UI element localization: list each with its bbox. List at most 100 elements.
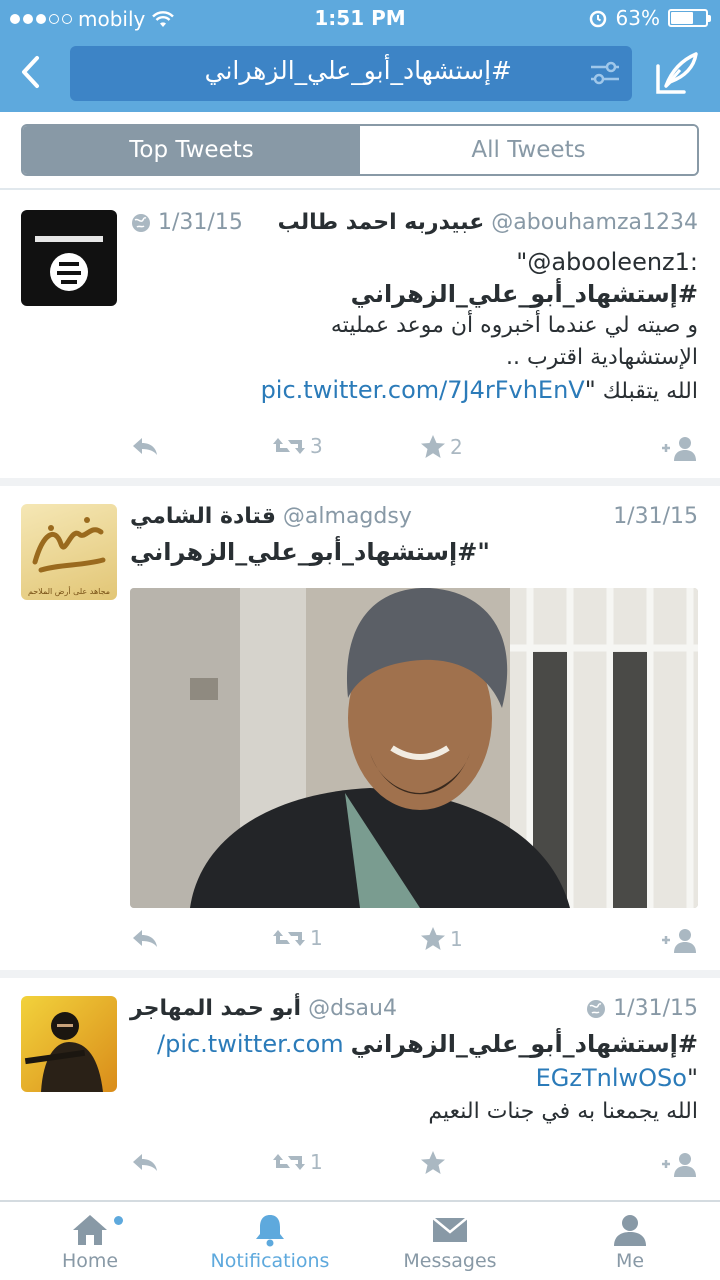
pic-link[interactable]: pic.twitter.com/7J4rFvhEnV — [261, 376, 585, 404]
date-text: 1/31/15 — [613, 996, 698, 1021]
favorite-button[interactable]: 2 — [420, 434, 463, 460]
reply-button[interactable] — [130, 926, 160, 950]
reply-icon — [133, 1154, 157, 1171]
notification-dot — [114, 1216, 123, 1225]
date-text: 1/31/15 — [158, 210, 243, 235]
mention-line: "@abooleenz1: — [516, 248, 698, 276]
star-icon — [421, 435, 445, 458]
home-icon — [73, 1215, 107, 1245]
author-handle: @dsau4 — [308, 996, 397, 1021]
tweet-row[interactable]: 1/31/15 أبو حمد المهاجر @dsau4 #إستشهاد_… — [0, 978, 720, 1202]
tweet-row[interactable]: مجاهد على أرض الملاحم قتادة الشامي @alma… — [0, 486, 720, 978]
follow-button[interactable] — [660, 1150, 698, 1178]
bell-icon — [256, 1215, 284, 1247]
status-right: 63% — [588, 6, 711, 30]
back-button[interactable] — [10, 50, 50, 94]
tab-label: Messages — [403, 1250, 497, 1272]
follow-user-icon — [662, 437, 696, 461]
tab-label: Home — [61, 1250, 119, 1272]
hashtag-link: "#إستشهاد_أبو_علي_الزهراني — [130, 538, 490, 566]
tweet-actions: 1 — [130, 1150, 698, 1180]
pic-link[interactable]: pic.twitter.com/ — [157, 1030, 344, 1058]
tweet-author[interactable]: عبيدربه احمد طالب @abouhamza1234 — [278, 210, 698, 235]
tab-home[interactable]: Home — [0, 1202, 180, 1280]
retweet-button[interactable]: 1 — [272, 1150, 323, 1174]
search-field[interactable]: #إستشهاد_أبو_علي_الزهراني — [70, 46, 632, 101]
author-name: قتادة الشامي — [130, 504, 276, 529]
retweet-icon — [273, 930, 305, 946]
follow-button[interactable] — [660, 926, 698, 954]
battery-icon — [668, 9, 711, 27]
author-name: أبو حمد المهاجر — [130, 996, 302, 1021]
tweet-row[interactable]: 1/31/15 عبيدربه احمد طالب @abouhamza1234… — [0, 190, 720, 486]
retweet-count: 1 — [310, 1150, 323, 1174]
favorite-button[interactable] — [420, 1150, 450, 1176]
follow-button[interactable] — [660, 434, 698, 462]
tweet-text-line: #إستشهاد_أبو_علي_الزهراني pic.twitter.co… — [130, 1028, 698, 1062]
bottom-tab-bar: Home Notifications Messages Me — [0, 1200, 720, 1280]
avatar-caption: مجاهد على أرض الملاحم — [27, 587, 111, 596]
young-man-in-beanie-photo[interactable] — [130, 588, 698, 908]
author-handle: @abouhamza1234 — [491, 210, 698, 235]
tweet-text-line: الله يجمعنا به في جنات النعيم — [428, 1099, 698, 1124]
favorite-count: 1 — [450, 927, 463, 951]
reply-button[interactable] — [130, 1150, 160, 1174]
calligraphy-avatar[interactable]: مجاهد على أرض الملاحم — [21, 504, 117, 600]
follow-user-icon — [662, 929, 696, 953]
tab-messages[interactable]: Messages — [360, 1202, 540, 1280]
tab-top-tweets[interactable]: Top Tweets — [23, 126, 360, 174]
pic-link-end[interactable]: EGzTnlwOSo — [536, 1064, 687, 1092]
tweet-actions: 3 2 — [130, 434, 698, 464]
tweet-date: 1/31/15 — [130, 210, 243, 235]
tweet-body: "#إستشهاد_أبو_علي_الزهراني — [130, 536, 698, 568]
tab-label: Me — [615, 1250, 645, 1272]
tweet-photo-image — [130, 588, 698, 908]
tweet-author[interactable]: قتادة الشامي @almagdsy — [130, 504, 412, 529]
reply-icon — [133, 438, 157, 455]
masked-gunman-avatar[interactable] — [21, 996, 117, 1092]
tweet-body: "@abooleenz1: #إستشهاد_أبو_علي_الزهراني … — [130, 246, 698, 408]
retweet-icon — [273, 438, 305, 454]
globe-icon — [132, 213, 150, 232]
globe-icon — [587, 999, 606, 1018]
author-name: عبيدربه احمد طالب — [277, 210, 485, 235]
black-flag-avatar[interactable] — [21, 210, 117, 306]
filter-sliders-icon[interactable] — [588, 58, 622, 88]
tab-notifications[interactable]: Notifications — [180, 1202, 360, 1280]
follow-user-icon — [662, 1153, 696, 1177]
retweet-count: 1 — [310, 926, 323, 950]
favorite-button[interactable]: 1 — [420, 926, 463, 952]
compose-tweet-icon[interactable] — [654, 50, 700, 96]
reply-button[interactable] — [130, 434, 160, 458]
tab-me[interactable]: Me — [540, 1202, 720, 1280]
battery-percent: 63% — [615, 6, 660, 30]
retweet-button[interactable]: 1 — [272, 926, 323, 950]
tweet-author[interactable]: أبو حمد المهاجر @dsau4 — [130, 996, 397, 1021]
envelope-icon — [432, 1217, 468, 1242]
retweet-button[interactable]: 3 — [272, 434, 323, 458]
reply-icon — [133, 930, 157, 947]
tweet-text-fragment: الله يتقبلك — [595, 379, 698, 404]
tweet-body: #إستشهاد_أبو_علي_الزهراني pic.twitter.co… — [130, 1028, 698, 1128]
retweet-count: 3 — [310, 434, 323, 458]
tweet-text-line: EGzTnlwOSo" — [130, 1062, 698, 1096]
quote-mark: " — [584, 376, 596, 404]
gunman-silhouette-icon — [24, 1012, 103, 1092]
calligraphy-logo-icon — [32, 517, 106, 573]
hashtag-link: #إستشهاد_أبو_علي_الزهراني — [350, 280, 698, 308]
chevron-left-icon — [22, 56, 39, 88]
tweet-actions: 1 1 — [130, 926, 698, 956]
tweet-text-line: و صيته لي عندما أخبروه أن موعد عمليته — [330, 313, 698, 338]
navigation-header: mobily 1:51 PM 63% #إستشهاد_أبو_علي_الزه… — [0, 0, 720, 112]
star-icon — [421, 927, 445, 950]
tweet-text-line: الله يتقبلك pic.twitter.com/7J4rFvhEnV" — [130, 374, 698, 408]
tweet-header: 1/31/15 عبيدربه احمد طالب @abouhamza1234 — [130, 210, 698, 242]
search-query: #إستشهاد_أبو_علي_الزهراني — [204, 56, 512, 85]
tweet-date: 1/31/15 — [585, 996, 698, 1021]
tweet-header: 1/31/15 أبو حمد المهاجر @dsau4 — [130, 996, 698, 1028]
tab-all-tweets[interactable]: All Tweets — [360, 126, 697, 174]
quote-mark: " — [686, 1064, 698, 1092]
tweet-header: قتادة الشامي @almagdsy 1/31/15 — [130, 504, 698, 536]
retweet-icon — [273, 1154, 305, 1170]
alarm-clock-icon — [589, 10, 606, 28]
